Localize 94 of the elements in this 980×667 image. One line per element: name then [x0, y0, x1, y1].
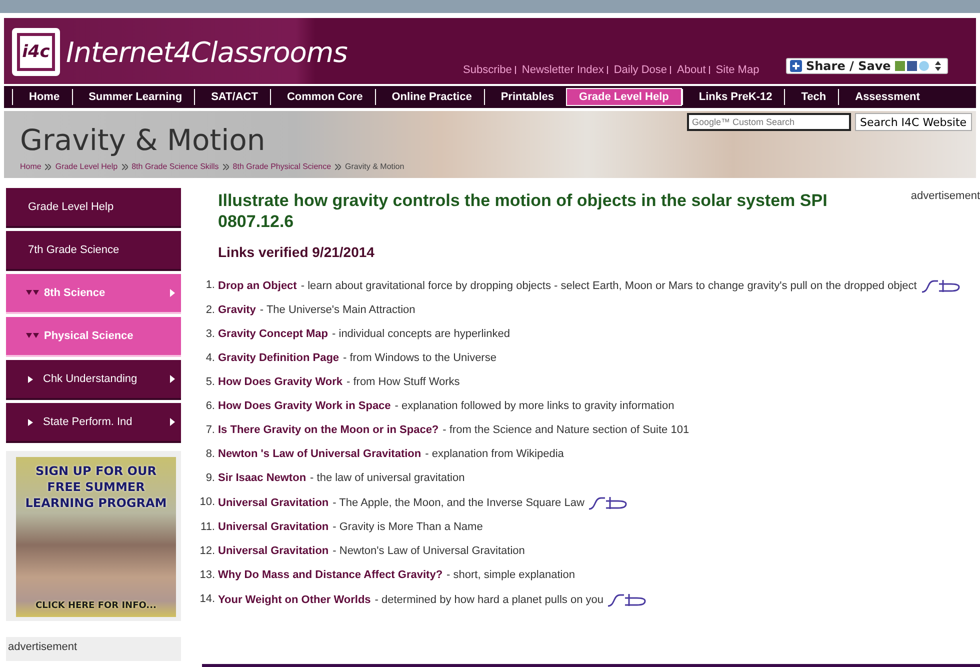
nav-tab[interactable]: Home: [12, 89, 72, 105]
site-name: Internet4Classrooms: [66, 36, 348, 68]
breadcrumb-separator-icon: [222, 164, 229, 170]
link-description: - the law of universal gravitation: [310, 471, 465, 486]
nav-tab[interactable]: Tech: [784, 89, 838, 105]
list-number: 11.: [200, 520, 215, 535]
double-caret-icon: [26, 333, 40, 339]
link-description: - from How Stuff Works: [346, 375, 460, 390]
header-link[interactable]: About: [677, 64, 706, 76]
resource-link[interactable]: Gravity Definition Page: [218, 351, 340, 366]
search-button[interactable]: Search I4C Website: [855, 113, 972, 131]
advertisement-label: advertisement: [910, 190, 980, 204]
resource-link[interactable]: Universal Gravitation: [218, 520, 329, 535]
nav-tab[interactable]: Grade Level Help: [566, 88, 682, 106]
list-number: 7.: [204, 423, 215, 438]
plus-icon: [790, 60, 802, 72]
sidebar-item[interactable]: 8th Science: [6, 274, 181, 314]
site-logo[interactable]: i4c: [12, 28, 60, 76]
sidebar-item[interactable]: 7th Grade Science: [6, 231, 181, 271]
page-heading: Illustrate how gravity controls the motion of objects in the solar system SPI 0807.12.6: [218, 190, 828, 232]
sidebar-item[interactable]: Physical Science: [6, 317, 181, 357]
social-icons: [894, 60, 931, 72]
resource-link[interactable]: Your Weight on Other Worlds: [218, 592, 371, 608]
link-description: - explanation followed by more links to gravity information: [394, 399, 674, 414]
submenu-arrow-icon: [170, 418, 175, 426]
resource-link[interactable]: Is There Gravity on the Moon or in Space?: [218, 423, 439, 438]
nav-tab[interactable]: SAT/ACT: [194, 89, 270, 105]
breadcrumb-link[interactable]: Home: [20, 162, 42, 171]
resource-link[interactable]: How Does Gravity Work: [218, 375, 342, 390]
link-description: - determined by how hard a planet pulls on you: [374, 592, 604, 608]
updown-caret-icon: [934, 61, 941, 71]
breadcrumb-separator-icon: [45, 164, 52, 170]
sidebar-item[interactable]: Chk Understanding: [6, 360, 181, 400]
resource-link[interactable]: Gravity Concept Map: [218, 327, 328, 342]
resource-link[interactable]: Sir Isaac Newton: [218, 471, 306, 486]
link-description: - short, simple explanation: [446, 568, 575, 583]
nav-tab[interactable]: Online Practice: [374, 89, 484, 105]
links-verified-date: Links verified 9/21/2014: [218, 244, 376, 260]
breadcrumb-link[interactable]: 8th Grade Science Skills: [132, 162, 219, 171]
link-description: - explanation from Wikipedia: [425, 447, 564, 462]
triangle-icon: [28, 418, 33, 426]
resource-link[interactable]: How Does Gravity Work in Space: [218, 399, 391, 414]
link-description: - Gravity is More Than a Name: [332, 520, 483, 535]
link-description: - from Windows to the Universe: [343, 351, 496, 366]
search-field[interactable]: Google™ Custom Search: [687, 113, 851, 131]
resource-link[interactable]: Newton 's Law of Universal Gravitation: [218, 447, 422, 462]
breadcrumb-separator-icon: [122, 164, 128, 170]
link-description: - individual concepts are hyperlinked: [332, 327, 510, 342]
resource-link[interactable]: Gravity: [218, 303, 256, 318]
promo-headline: SIGN UP FOR OUR FREE SUMMER LEARNING PROGRAM: [24, 463, 168, 511]
double-caret-icon: [26, 290, 40, 296]
nav-tab[interactable]: Summer Learning: [72, 89, 194, 105]
header-link[interactable]: Site Map: [716, 64, 760, 76]
share-save-button[interactable]: Share / Save: [786, 58, 948, 74]
promo-banner[interactable]: SIGN UP FOR OUR FREE SUMMER LEARNING PROGRAM CLICK HERE FOR INFO...: [16, 457, 176, 617]
link-description: - The Universe's Main Attraction: [260, 303, 416, 318]
link-description: - The Apple, the Moon, and the Inverse Square Law: [332, 496, 584, 510]
list-number: 14.: [198, 592, 215, 607]
header-link[interactable]: Subscribe: [463, 64, 512, 76]
link-description: - Newton's Law of Universal Gravitation: [332, 544, 525, 559]
resource-link[interactable]: Drop an Object: [218, 278, 297, 294]
breadcrumb-current: Gravity & Motion: [345, 162, 404, 171]
link-description: - learn about gravitational force by dropping objects - select Earth, Moon or Mars to change gravity's pull on the dropped object: [300, 278, 917, 294]
submenu-arrow-icon: [170, 289, 175, 297]
resource-link[interactable]: Universal Gravitation: [218, 544, 329, 559]
promo-call-to-action: CLICK HERE FOR INFO...: [36, 601, 156, 611]
list-number: 1.: [204, 278, 215, 293]
header-link[interactable]: Daily Dose: [614, 64, 668, 76]
sidebar-item[interactable]: State Perform. Ind: [6, 403, 181, 443]
nav-tab[interactable]: Common Core: [270, 89, 375, 105]
breadcrumb-separator-icon: [335, 164, 342, 170]
resource-link[interactable]: Universal Gravitation: [218, 496, 329, 510]
nav-tab[interactable]: Links PreK-12: [682, 89, 784, 105]
submenu-arrow-icon: [170, 375, 175, 383]
list-number: 2.: [204, 303, 215, 318]
link-description: - from the Science and Nature section of Suite 101: [442, 423, 690, 438]
advertisement-label: advertisement: [6, 637, 181, 661]
list-number: 12.: [198, 544, 215, 559]
list-number: 5.: [204, 375, 215, 390]
triangle-icon: [28, 376, 33, 382]
resource-link[interactable]: Why Do Mass and Distance Affect Gravity?: [218, 568, 443, 583]
breadcrumb-link[interactable]: Grade Level Help: [55, 162, 118, 171]
sidebar-item[interactable]: Grade Level Help: [6, 188, 181, 228]
list-number: 9.: [204, 471, 215, 486]
list-number: 4.: [204, 351, 215, 366]
list-number: 3.: [204, 327, 215, 342]
breadcrumb-link[interactable]: 8th Grade Physical Science: [232, 162, 332, 171]
header-link[interactable]: Newsletter Index: [522, 64, 604, 76]
list-number: 10.: [198, 495, 215, 510]
list-number: 13.: [198, 568, 215, 583]
page-title: Gravity & Motion: [20, 123, 266, 157]
list-number: 8.: [204, 447, 215, 462]
nav-tab[interactable]: Assessment: [838, 89, 932, 105]
list-number: 6.: [204, 399, 215, 414]
